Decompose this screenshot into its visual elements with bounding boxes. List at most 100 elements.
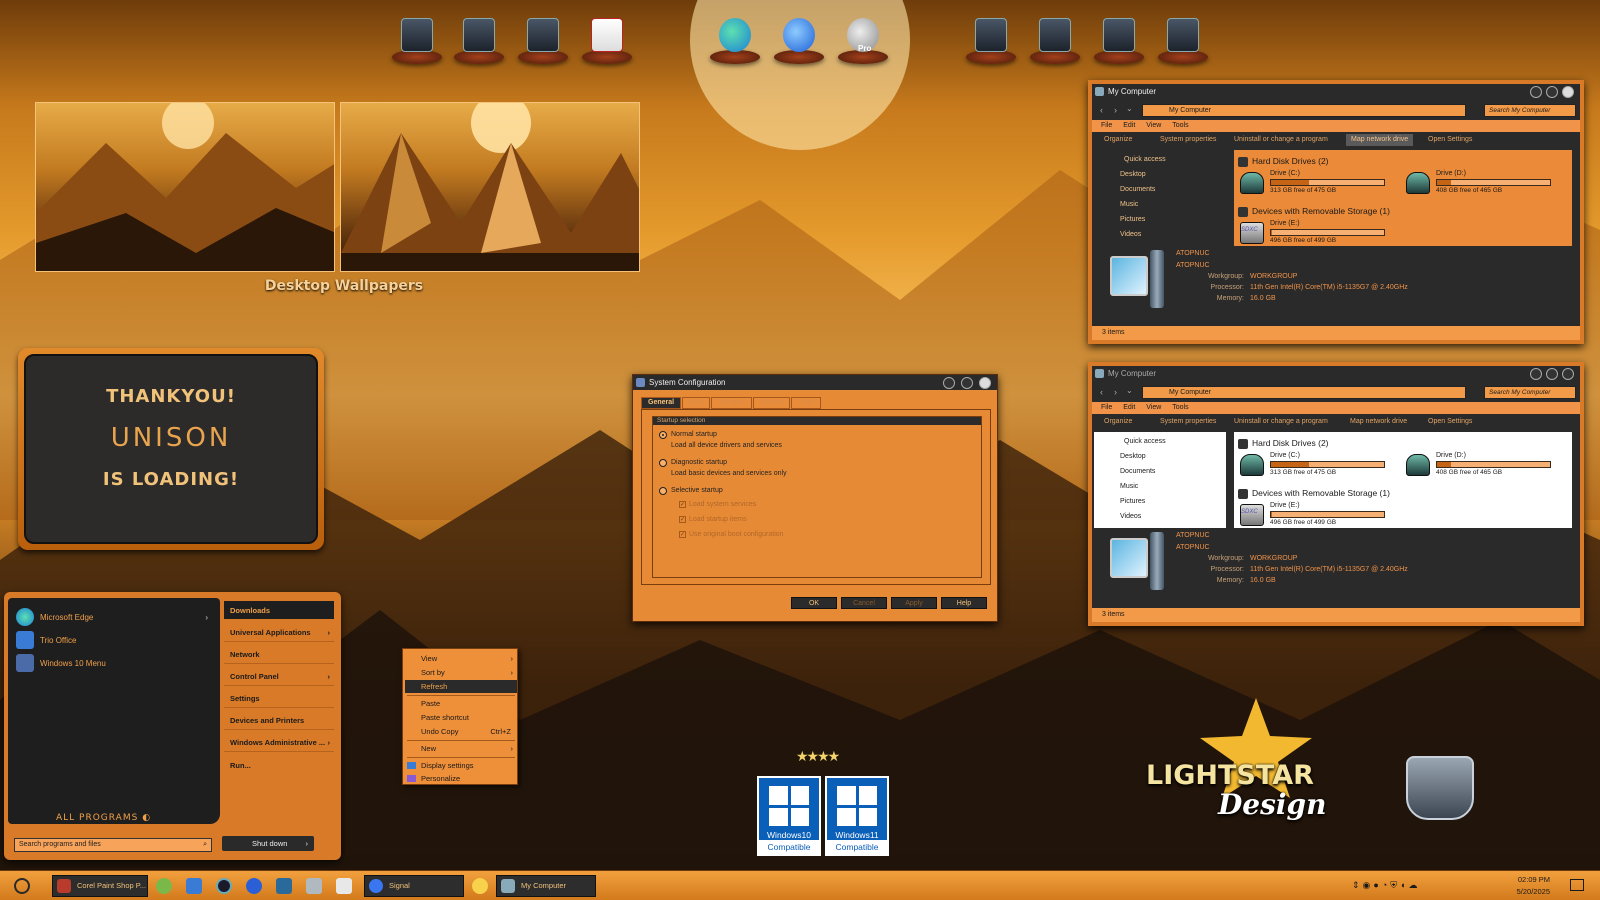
server-icon[interactable] [962,16,1020,64]
menu-tools[interactable]: Tools [1172,122,1188,129]
drive-d[interactable]: Drive (D:) 408 GB free of 465 GB [1404,452,1564,478]
recent-dropdown-icon[interactable]: ⌄ [1126,104,1133,113]
tab-tools[interactable]: Tools [790,397,822,409]
menu-edit[interactable]: Edit [1123,404,1135,411]
uninstall-program-button[interactable]: Uninstall or change a program [1234,132,1328,148]
menu-file[interactable]: File [1101,122,1112,129]
tab-general[interactable]: General [641,397,682,409]
drive-e[interactable]: SDXC Drive (E:) 496 GB free of 499 GB [1238,220,1398,246]
menu-edit[interactable]: Edit [1123,122,1135,129]
ctx-paste-shortcut[interactable]: Paste shortcut [405,711,517,724]
system-properties-button[interactable]: System properties [1160,414,1216,430]
close-icon[interactable] [1562,86,1574,98]
thunderbird-icon[interactable] [770,16,828,64]
thunderbird-icon[interactable] [246,878,262,894]
nav-desktop[interactable]: Desktop [1120,453,1146,460]
address-bar[interactable]: My Computer [1142,104,1466,117]
use-original-boot-checkbox[interactable]: ✓ [679,531,686,538]
uninstall-program-button[interactable]: Uninstall or change a program [1234,414,1328,430]
load-startup-items-checkbox[interactable]: ✓ [679,516,686,523]
wallpaper-thumbnail-2[interactable] [340,102,640,272]
obs-icon[interactable] [216,878,232,894]
ctx-display-settings[interactable]: Display settings [405,759,517,772]
taskbar-app-signal[interactable]: Signal [364,875,464,897]
menu-file[interactable]: File [1101,404,1112,411]
recent-dropdown-icon[interactable]: ⌄ [1126,386,1133,395]
explorer-titlebar[interactable]: My Computer [1092,366,1580,381]
ctx-sort-by[interactable]: Sort by › [405,666,517,679]
nav-desktop[interactable]: Desktop [1120,171,1146,178]
menu-view[interactable]: View [1146,404,1161,411]
nav-music[interactable]: Music [1120,483,1138,490]
ctx-refresh[interactable]: Refresh [405,680,517,693]
nav-quick-access[interactable]: Quick access [1124,156,1166,163]
minimize-icon[interactable] [1530,86,1542,98]
minimize-icon[interactable] [961,377,973,389]
computer-icon[interactable] [388,16,446,64]
stack-icon[interactable] [276,878,292,894]
tab-startup[interactable]: Startup [753,397,790,409]
hdd-group-header[interactable]: Hard Disk Drives (2) [1238,438,1329,449]
start-right-run[interactable]: Run... [224,756,334,774]
nav-videos[interactable]: Videos [1120,513,1141,520]
forward-icon[interactable]: › [1114,105,1117,115]
start-right-settings[interactable]: Settings [224,690,334,708]
drive-icon[interactable] [1154,16,1212,64]
shield-icon[interactable] [336,878,352,894]
wallpaper-thumbnail-1[interactable] [35,102,335,272]
drive-c[interactable]: Drive (C:) 313 GB free of 475 GB [1238,170,1398,196]
start-item-trio-office[interactable]: Trio Office [16,629,212,651]
back-icon[interactable]: ‹ [1100,387,1103,397]
hdd-group-header[interactable]: Hard Disk Drives (2) [1238,156,1329,167]
start-right-devices[interactable]: Devices and Printers [224,712,334,730]
minimize-icon[interactable] [1530,368,1542,380]
nav-videos[interactable]: Videos [1120,231,1141,238]
ctx-new[interactable]: New › [405,742,517,755]
map-network-drive-button[interactable]: Map network drive [1346,134,1414,146]
tab-boot[interactable]: Boot [682,397,711,409]
address-bar[interactable]: My Computer [1142,386,1466,399]
start-button-icon[interactable] [14,878,30,894]
menu-view[interactable]: View [1146,122,1161,129]
start-right-universal-apps[interactable]: Universal Applications › [224,624,334,642]
nav-documents[interactable]: Documents [1120,186,1155,193]
media-player-icon[interactable] [306,878,322,894]
mountain-app-icon[interactable] [156,878,172,894]
task-icon[interactable] [578,16,636,64]
taskbar-app-corel[interactable]: Corel Paint Shop P... [52,875,148,897]
clock[interactable]: 02:09 PM 5/20/2025 [1517,874,1550,898]
nav-pictures[interactable]: Pictures [1120,498,1145,505]
nav-pictures[interactable]: Pictures [1120,216,1145,223]
help-button[interactable]: Help [941,597,987,609]
drive-c[interactable]: Drive (C:) 313 GB free of 475 GB [1238,452,1398,478]
load-system-services-checkbox[interactable]: ✓ [679,501,686,508]
drive-icon[interactable] [450,16,508,64]
start-search-input[interactable]: Search programs and files ⌕ [14,838,212,852]
ctx-undo-copy[interactable]: Undo Copy Ctrl+Z [405,725,517,738]
start-item-edge[interactable]: Microsoft Edge › [16,606,212,628]
syscfg-titlebar[interactable]: System Configuration [633,375,997,390]
start-right-admin-tools[interactable]: Windows Administrative ... › [224,734,334,752]
weather-icon[interactable] [472,878,488,894]
nav-quick-access[interactable]: Quick access [1124,438,1166,445]
tab-services[interactable]: Services [711,397,753,409]
explorer-titlebar[interactable]: My Computer [1092,84,1580,99]
nav-music[interactable]: Music [1120,201,1138,208]
system-tray[interactable]: ⇕◉●◔⛨◖☁ [1352,880,1492,892]
ok-button[interactable]: OK [791,597,837,609]
help-icon[interactable] [943,377,955,389]
taskbar-app-my-computer[interactable]: My Computer [496,875,596,897]
drive-icon[interactable] [1026,16,1084,64]
start-right-downloads[interactable]: Downloads [224,601,334,619]
nav-documents[interactable]: Documents [1120,468,1155,475]
start-item-win10-menu[interactable]: Windows 10 Menu [16,652,212,674]
edge-icon[interactable] [706,16,764,64]
open-settings-button[interactable]: Open Settings [1428,414,1472,430]
all-programs-button[interactable]: ALL PROGRAMS ◐ [56,813,151,823]
close-icon[interactable] [1562,368,1574,380]
map-network-drive-button[interactable]: Map network drive [1350,414,1407,430]
server-icon[interactable] [514,16,572,64]
apply-button[interactable]: Apply [891,597,937,609]
open-settings-button[interactable]: Open Settings [1428,132,1472,148]
shutdown-button[interactable]: Shut down › [222,836,314,851]
